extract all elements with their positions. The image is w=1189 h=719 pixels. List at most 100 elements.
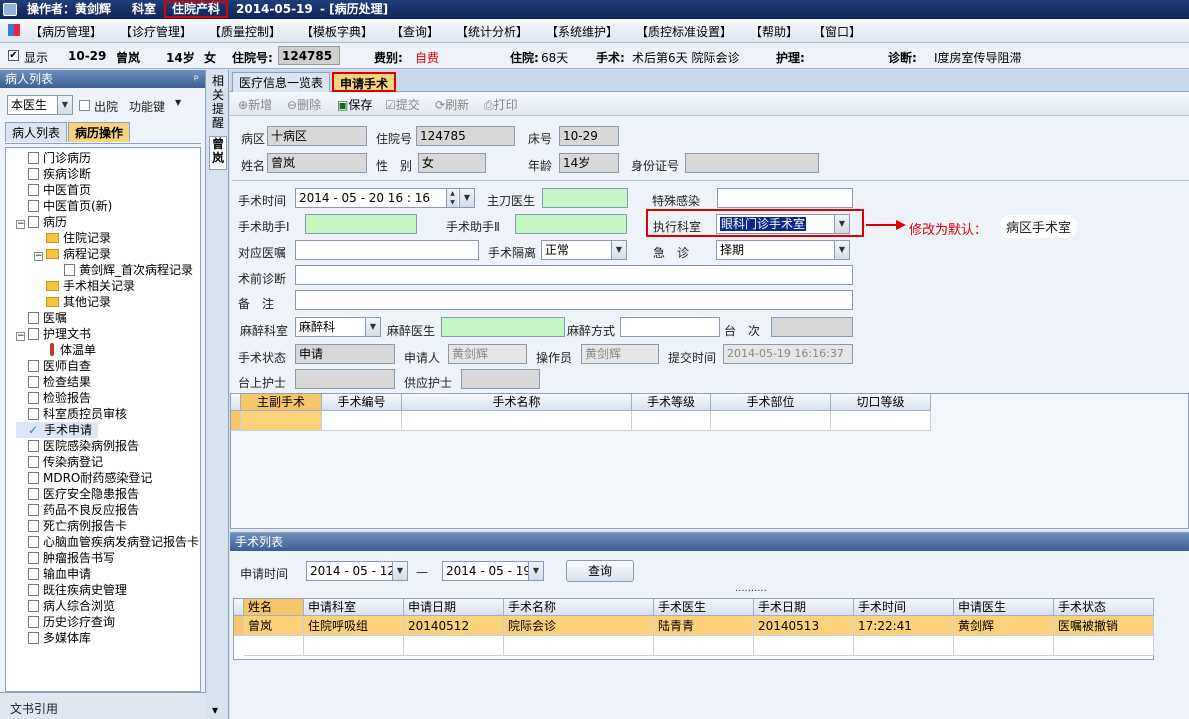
display-checkbox[interactable]: ✔ xyxy=(8,50,19,61)
tree-item[interactable]: MDRO耐药感染登记 xyxy=(16,470,152,486)
tab-related-reminders[interactable]: 相关提醒 xyxy=(209,74,227,130)
grid-cell[interactable] xyxy=(711,411,831,431)
tree-item[interactable]: 医师自查 xyxy=(16,358,91,374)
tree-item[interactable]: 药品不良反应报告 xyxy=(16,502,139,518)
list-header[interactable]: 姓名 xyxy=(244,599,304,616)
list-cell[interactable] xyxy=(754,636,854,656)
list-header[interactable]: 手术状态 xyxy=(1054,599,1154,616)
anes-doctor-field[interactable] xyxy=(441,317,565,337)
grid-header[interactable]: 手术编号 xyxy=(322,394,402,411)
delete-button[interactable]: ⊖删除 xyxy=(287,96,321,113)
submit-button[interactable]: ☑提交 xyxy=(385,96,420,113)
list-header[interactable]: 手术时间 xyxy=(854,599,954,616)
tree-item[interactable]: − 病程记录 xyxy=(34,246,111,262)
doctor-select[interactable]: 本医生 ▼ xyxy=(7,95,73,115)
tab-patient[interactable]: 曾岚 xyxy=(209,136,227,170)
list-cell[interactable]: 院际会诊 xyxy=(504,616,654,636)
menu-statistics[interactable]: 【统计分析】 xyxy=(456,23,528,40)
tree-item[interactable]: 体温单 xyxy=(34,342,96,358)
tree-item[interactable]: 肿瘤报告书写 xyxy=(16,550,115,566)
list-cell[interactable] xyxy=(1054,636,1154,656)
assistant2-field[interactable] xyxy=(515,214,627,234)
save-button[interactable]: ▣保存 xyxy=(337,96,372,113)
list-cell[interactable]: 黄剑辉 xyxy=(954,616,1054,636)
tree-item[interactable]: 科室质控员审核 xyxy=(16,406,127,422)
menu-record-mgmt[interactable]: 【病历管理】 xyxy=(30,23,102,40)
tree-item[interactable]: 住院记录 xyxy=(34,230,111,246)
spin-icon[interactable]: ▲ ▼ xyxy=(446,189,458,207)
tree-item[interactable]: 多媒体库 xyxy=(16,630,91,646)
date-from-picker[interactable]: 2014 - 05 - 12 ▼ xyxy=(306,561,408,581)
list-cell[interactable]: 医嘱被撤销 xyxy=(1054,616,1154,636)
grid-cell[interactable] xyxy=(831,411,931,431)
grid-header[interactable]: 主副手术 xyxy=(241,394,322,411)
new-button[interactable]: ⊕新增 xyxy=(238,96,272,113)
tree-item[interactable]: 医院感染病例报告 xyxy=(16,438,139,454)
tree-item[interactable]: 中医首页(新) xyxy=(16,198,112,214)
tree-item[interactable]: 手术相关记录 xyxy=(34,278,135,294)
list-cell[interactable] xyxy=(244,636,304,656)
urgent-select[interactable]: 择期 ▼ xyxy=(716,240,850,260)
pre-diag-field[interactable] xyxy=(295,265,853,285)
list-cell[interactable]: 曾岚 xyxy=(244,616,304,636)
remark-field[interactable] xyxy=(295,290,853,310)
date-to-picker[interactable]: 2014 - 05 - 19 ▼ xyxy=(442,561,544,581)
list-cell[interactable] xyxy=(404,636,504,656)
grid-header[interactable]: 手术部位 xyxy=(711,394,831,411)
exec-dept-select[interactable]: 眼科门诊手术室 ▼ xyxy=(716,214,850,234)
grid-cell[interactable] xyxy=(632,411,711,431)
grid-header[interactable]: 手术名称 xyxy=(402,394,632,411)
list-header[interactable]: 手术名称 xyxy=(504,599,654,616)
list-header[interactable]: 手术日期 xyxy=(754,599,854,616)
tree-item[interactable]: 传染病登记 xyxy=(16,454,103,470)
isolation-select[interactable]: 正常 ▼ xyxy=(541,240,627,260)
grid-header[interactable]: 切口等级 xyxy=(831,394,931,411)
chevron-down-icon[interactable]: ▼ xyxy=(459,189,474,207)
function-key-button[interactable]: 功能键 xyxy=(129,98,165,115)
discharged-checkbox[interactable] xyxy=(79,100,90,111)
list-header[interactable]: 申请日期 xyxy=(404,599,504,616)
menu-template-dict[interactable]: 【模板字典】 xyxy=(301,23,373,40)
tree-item[interactable]: 黄剑辉_首次病程记录 xyxy=(52,262,193,278)
menu-grid-icon[interactable] xyxy=(8,24,20,36)
print-button[interactable]: ⎙打印 xyxy=(484,96,518,113)
tree-item[interactable]: 疾病诊断 xyxy=(16,166,91,182)
grid-cell[interactable] xyxy=(322,411,402,431)
grid-cell[interactable] xyxy=(402,411,632,431)
list-cell[interactable] xyxy=(654,636,754,656)
tree-item[interactable]: 其他记录 xyxy=(34,294,111,310)
tab-record-ops[interactable]: 病历操作 xyxy=(68,122,131,142)
tree-item[interactable]: 既往疾病史管理 xyxy=(16,582,127,598)
scroll-down-icon[interactable]: ▼ xyxy=(212,706,218,715)
tree-item[interactable]: 中医首页 xyxy=(16,182,91,198)
list-header[interactable]: 申请科室 xyxy=(304,599,404,616)
menu-qc-standards[interactable]: 【质控标准设置】 xyxy=(636,23,732,40)
tree-item[interactable]: 死亡病例报告卡 xyxy=(16,518,127,534)
menu-query[interactable]: 【查询】 xyxy=(391,23,439,40)
tree-item[interactable]: 检验报告 xyxy=(16,390,91,406)
collapse-toggle-icon[interactable]: − xyxy=(16,332,25,341)
menu-help[interactable]: 【帮助】 xyxy=(750,23,798,40)
tree-item[interactable]: 医疗安全隐患报告 xyxy=(16,486,139,502)
grid-header[interactable]: 手术等级 xyxy=(632,394,711,411)
tree-item[interactable]: 心脑血管疾病发病登记报告卡 xyxy=(16,534,199,550)
tree-item[interactable]: − 病历 xyxy=(16,214,67,230)
collapse-toggle-icon[interactable]: − xyxy=(16,220,25,229)
assistant1-field[interactable] xyxy=(305,214,417,234)
tab-patient-list[interactable]: 病人列表 xyxy=(5,122,68,142)
list-cell[interactable] xyxy=(504,636,654,656)
tree-item[interactable]: ✓ 手术申请 xyxy=(16,422,99,438)
list-cell[interactable] xyxy=(854,636,954,656)
tab-surgery-request[interactable]: 申请手术 xyxy=(332,72,397,92)
chief-surgeon-field[interactable] xyxy=(542,188,628,208)
surgery-time-picker[interactable]: 2014 - 05 - 20 16 : 16 ▲ ▼ ▼ xyxy=(295,188,475,208)
refresh-button[interactable]: ⟳刷新 xyxy=(435,96,469,113)
splitter-handle[interactable]: .......... xyxy=(735,583,767,594)
list-cell[interactable]: 住院呼吸组 xyxy=(304,616,404,636)
tab-medical-overview[interactable]: 医疗信息一览表 xyxy=(232,72,331,92)
list-header[interactable]: 申请医生 xyxy=(954,599,1054,616)
order-field[interactable] xyxy=(295,240,479,260)
list-header[interactable]: 手术医生 xyxy=(654,599,754,616)
tree-item[interactable]: 检查结果 xyxy=(16,374,91,390)
doc-reference-label[interactable]: 文书引用 xyxy=(10,700,58,717)
